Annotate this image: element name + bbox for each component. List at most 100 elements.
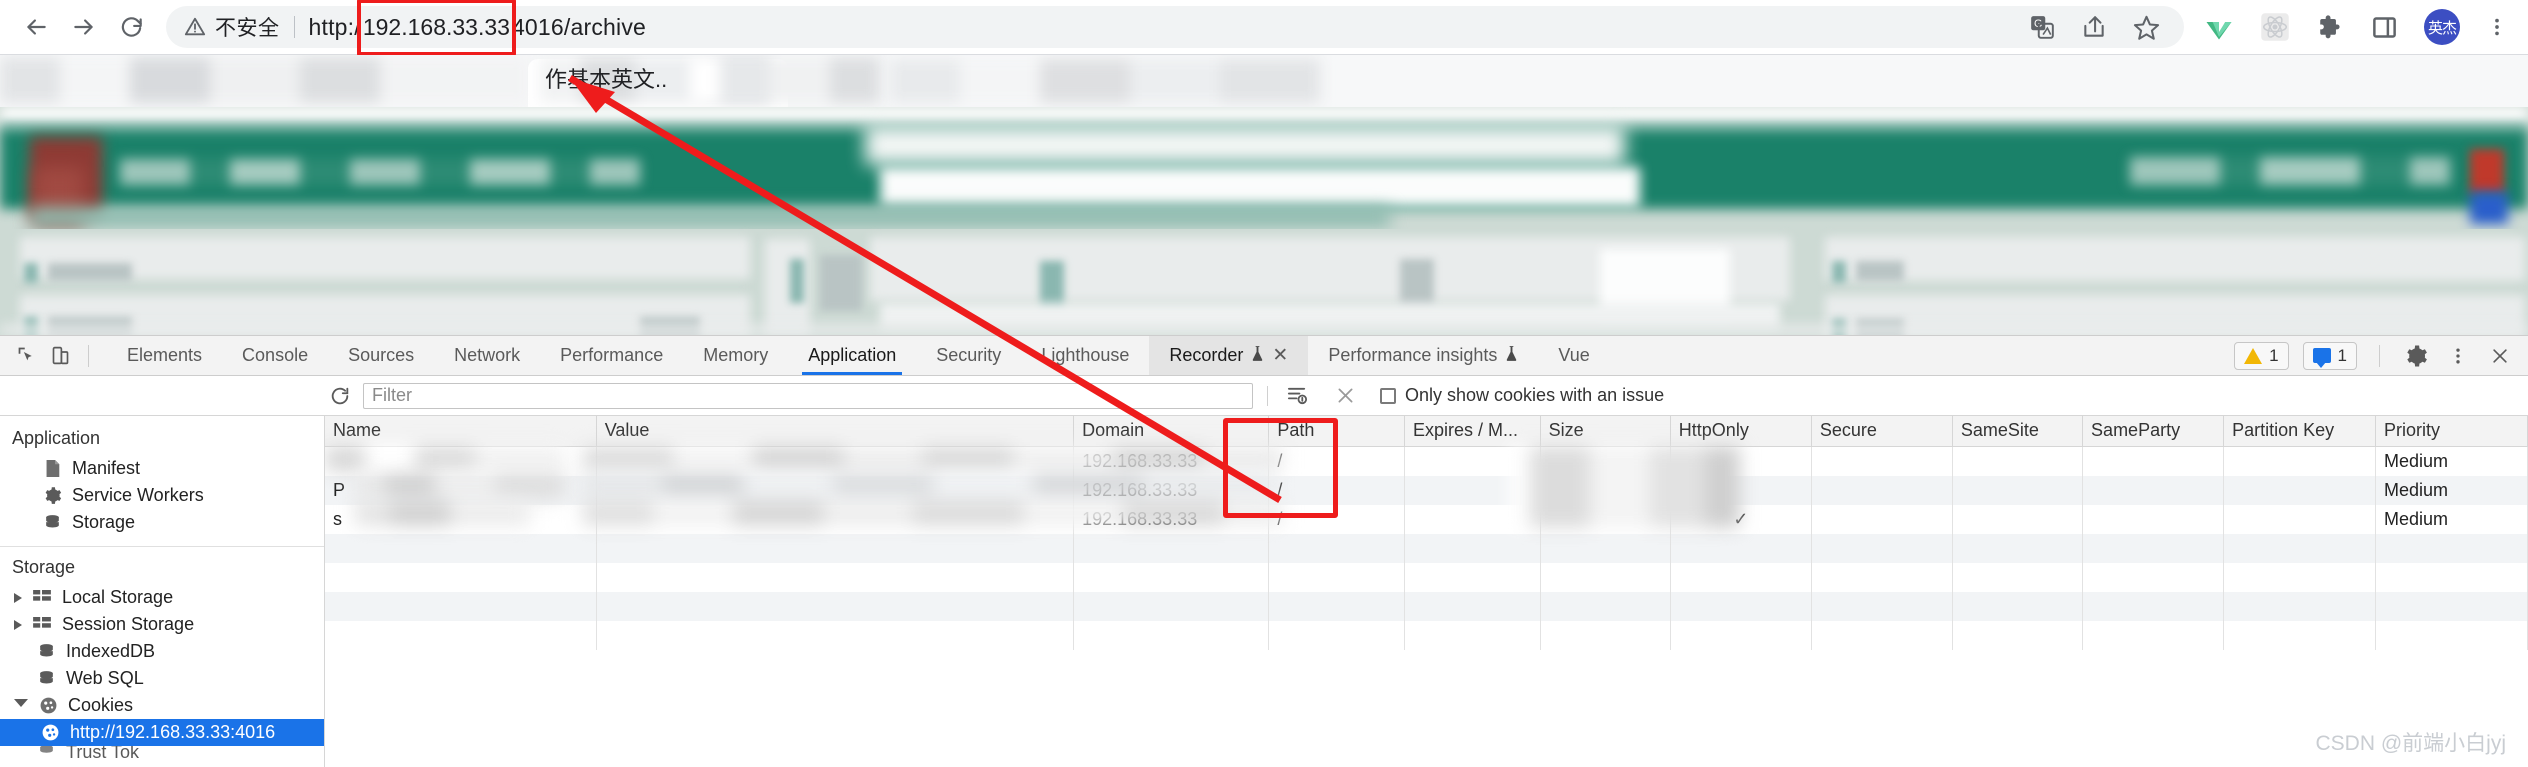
sidebar-item-websql[interactable]: Web SQL — [0, 665, 324, 692]
share-icon[interactable] — [2081, 14, 2107, 40]
column-header[interactable]: Value — [596, 416, 1075, 447]
message-count: 1 — [2337, 345, 2347, 365]
gear-icon[interactable] — [2402, 342, 2430, 370]
tab-sources[interactable]: Sources — [328, 336, 434, 375]
refresh-icon[interactable] — [325, 385, 355, 407]
table-row[interactable]: P 192.168.33.33/ Medium — [325, 475, 2528, 505]
sidebar-item-storage[interactable]: Storage — [0, 509, 324, 536]
cell-httponly — [1670, 446, 1812, 476]
sidebar-item-manifest[interactable]: Manifest — [0, 455, 324, 482]
tab-security[interactable]: Security — [916, 336, 1021, 375]
screenshot-root: 不安全 http:/192.168.33.33 4016/archive G 英… — [0, 0, 2528, 767]
tab-application[interactable]: Application — [788, 336, 916, 375]
tab-label: Performance insights — [1328, 345, 1498, 365]
tab-recorder[interactable]: Recorder ✕ — [1149, 336, 1309, 375]
forward-icon[interactable] — [62, 5, 106, 49]
navigation-buttons — [0, 5, 154, 49]
tab-lighthouse[interactable]: Lighthouse — [1021, 336, 1149, 375]
column-header[interactable]: Secure — [1811, 416, 1953, 447]
column-header[interactable]: Partition Key — [2223, 416, 2376, 447]
column-header[interactable]: Priority — [2375, 416, 2528, 447]
message-bubble-icon — [2312, 348, 2331, 368]
sidebar-item-service-workers[interactable]: Service Workers — [0, 482, 324, 509]
sidebar-item-cookies[interactable]: Cookies — [0, 692, 324, 719]
address-bar[interactable]: 不安全 http:/192.168.33.33 4016/archive G — [166, 0, 2184, 56]
checkbox-box[interactable] — [1380, 387, 1396, 404]
url-text[interactable]: http:/192.168.33.33 4016/archive — [309, 0, 647, 56]
cell-empty — [2223, 562, 2376, 592]
tab-network[interactable]: Network — [434, 336, 540, 375]
application-sidebar: Application Manifest Service Workers Sto… — [0, 416, 325, 767]
react-devtools-icon[interactable] — [2260, 12, 2290, 42]
cell-sameparty — [2082, 504, 2225, 534]
clear-filter-icon[interactable] — [1330, 385, 1360, 406]
chevron-right-icon[interactable] — [14, 619, 22, 630]
column-header[interactable]: Path — [1268, 416, 1405, 447]
column-header[interactable]: Size — [1540, 416, 1671, 447]
sidebar-item-cookie-origin[interactable]: http://192.168.33.33:4016 — [0, 719, 324, 746]
tab-console[interactable]: Console — [222, 336, 328, 375]
sidebar-item-trust-tokens[interactable]: Trust Tok — [0, 746, 324, 758]
tab-label: Console — [242, 345, 309, 365]
chevron-right-icon[interactable] — [14, 592, 22, 603]
blurred-tab-group-right — [690, 57, 880, 103]
close-icon[interactable] — [2486, 342, 2514, 370]
column-header[interactable]: SameParty — [2082, 416, 2225, 447]
extensions-puzzle-icon[interactable] — [2316, 13, 2345, 42]
tab-elements[interactable]: Elements — [107, 336, 222, 375]
reload-icon[interactable] — [110, 5, 154, 49]
cell-empty — [1670, 591, 1812, 621]
side-panel-icon[interactable] — [2371, 14, 2398, 41]
grid-storage-icon — [32, 616, 52, 633]
tab-vue[interactable]: Vue — [1538, 336, 1609, 375]
column-header[interactable]: Expires / M... — [1404, 416, 1541, 447]
back-icon[interactable] — [14, 5, 58, 49]
sidebar-item-session-storage[interactable]: Session Storage — [0, 611, 324, 638]
column-header[interactable]: HttpOnly — [1670, 416, 1812, 447]
cookies-table-container: Name Value Domain Path Expires / M... Size Htt… — [325, 416, 2528, 767]
card-text-line — [1400, 259, 1434, 309]
cell-name: P — [325, 475, 597, 505]
tab-label: Memory — [703, 345, 769, 365]
sidebar-item-label: Local Storage — [62, 587, 174, 607]
page-viewport — [0, 107, 2528, 335]
tab-performance-insights[interactable]: Performance insights — [1308, 336, 1538, 375]
chrome-menu-icon[interactable] — [2486, 14, 2508, 40]
column-header[interactable]: Name — [325, 416, 597, 447]
chevron-down-icon[interactable] — [14, 699, 28, 712]
column-header[interactable]: Domain — [1073, 416, 1270, 447]
cell-sameparty — [2082, 475, 2225, 505]
more-vertical-icon[interactable] — [2444, 342, 2472, 370]
tab-performance[interactable]: Performance — [540, 336, 683, 375]
message-badge[interactable]: 1 — [2302, 341, 2357, 370]
sidebar-item-indexeddb[interactable]: IndexedDB — [0, 638, 324, 665]
table-row[interactable]: 192.168.33.33/ Medium — [325, 446, 2528, 476]
cell-empty — [1073, 591, 1270, 621]
cell-httponly: ✓ — [1670, 504, 1812, 534]
tab-memory[interactable]: Memory — [683, 336, 788, 375]
device-toolbar-icon[interactable] — [46, 342, 74, 370]
google-translate-icon[interactable]: G — [2029, 14, 2055, 40]
tab-close-icon[interactable]: ✕ — [1272, 346, 1288, 365]
clear-cookies-icon[interactable] — [1282, 384, 1312, 407]
sidebar-item-label: IndexedDB — [66, 641, 156, 661]
vue-devtools-icon[interactable] — [2204, 12, 2234, 42]
omnibox-divider — [293, 16, 295, 38]
only-issue-cookies-checkbox[interactable]: Only show cookies with an issue — [1380, 385, 1664, 406]
cell-empty — [1670, 620, 1812, 650]
column-header[interactable]: SameSite — [1952, 416, 2084, 447]
filter-input[interactable] — [363, 382, 1253, 409]
warning-badge[interactable]: 1 — [2234, 341, 2289, 370]
page-nav-left — [120, 159, 640, 185]
tab-label: Recorder — [1169, 345, 1244, 365]
bookmark-star-icon[interactable] — [2133, 14, 2160, 41]
profile-avatar[interactable]: 英杰 — [2424, 9, 2460, 45]
cell-empty — [2223, 533, 2376, 563]
tab-label: Security — [936, 345, 1002, 365]
database-icon — [36, 642, 56, 661]
cell-empty — [1404, 562, 1541, 592]
cell-name: s — [325, 504, 597, 534]
table-row[interactable]: s 192.168.33.33/ ✓ Medium — [325, 504, 2528, 534]
sidebar-item-local-storage[interactable]: Local Storage — [0, 584, 324, 611]
inspect-element-icon[interactable] — [12, 342, 40, 370]
